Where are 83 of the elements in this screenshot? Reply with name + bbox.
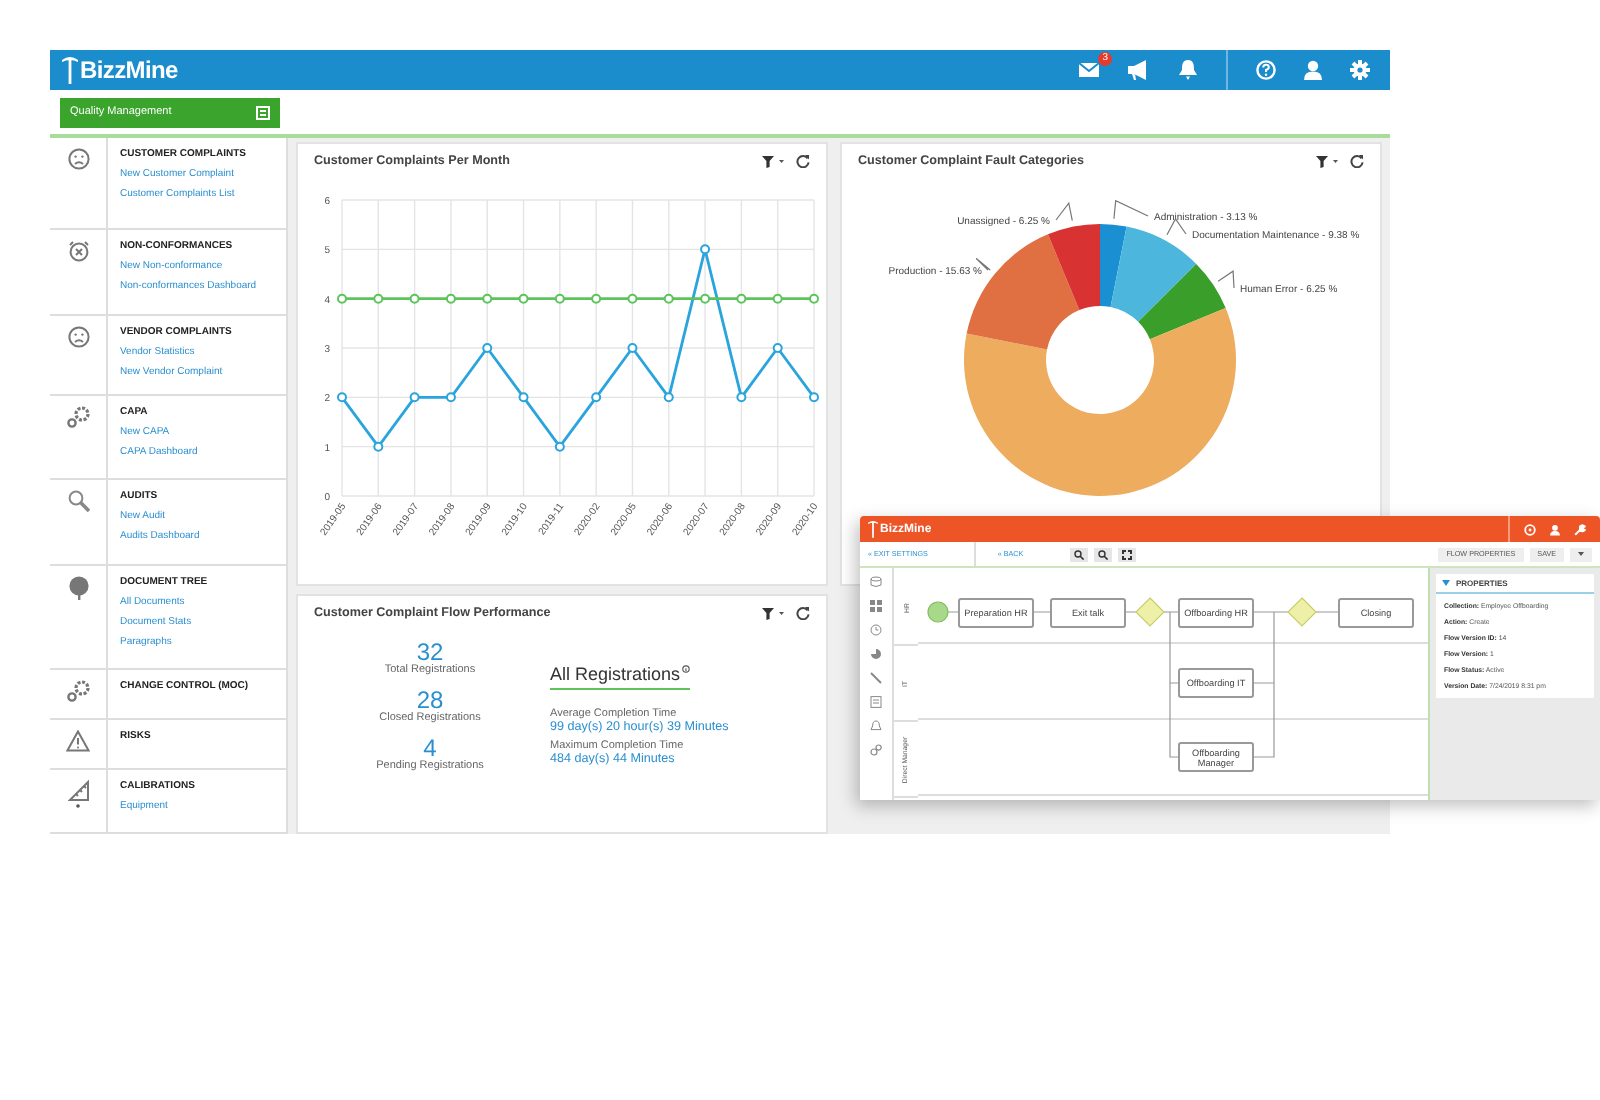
data-point (482, 293, 493, 304)
megaphone-icon (1128, 60, 1150, 80)
section-heading: All Registrations (550, 664, 681, 684)
leader-line (1217, 270, 1235, 289)
caret-icon (1578, 552, 1584, 556)
pickaxe-icon (62, 56, 78, 84)
caret-icon[interactable] (1442, 580, 1450, 586)
envelope-icon (1078, 62, 1100, 78)
settings-icon (1350, 60, 1370, 80)
data-point (663, 293, 674, 304)
filter-icon[interactable] (762, 155, 784, 167)
zoom-in-icon (1073, 549, 1084, 559)
data-point (809, 293, 819, 304)
data-point (627, 343, 638, 353)
stat-value: 4 (423, 736, 437, 760)
data-point (445, 392, 456, 403)
data-point (554, 293, 565, 304)
database-icon[interactable] (870, 576, 882, 588)
data-point (700, 293, 711, 304)
data-point (772, 293, 783, 304)
stat-value: 28 (416, 688, 444, 712)
tree-icon (67, 576, 89, 600)
app-logo: BizzMine (80, 56, 178, 84)
leader-line (975, 257, 991, 271)
user-icon (1304, 60, 1322, 80)
data-point (373, 441, 384, 452)
data-point (772, 343, 783, 353)
expand-icon (1121, 549, 1132, 559)
refresh-icon[interactable] (796, 154, 810, 168)
pickaxe-icon (868, 520, 878, 538)
data-point (700, 244, 711, 255)
wrench-icon[interactable] (1574, 523, 1586, 535)
data-point (663, 392, 674, 403)
sad-face-icon (67, 326, 89, 348)
ruler-icon (67, 780, 89, 808)
refresh-icon[interactable] (1350, 154, 1364, 168)
gears-icon (66, 680, 90, 702)
data-point (591, 392, 602, 403)
filter-icon[interactable] (1316, 155, 1338, 167)
data-point (736, 392, 747, 403)
grid-icon[interactable] (870, 600, 882, 612)
filter-icon[interactable] (762, 607, 784, 619)
gears-icon (66, 406, 90, 428)
help-icon[interactable] (1524, 523, 1536, 535)
zoom-out-button[interactable] (1093, 547, 1112, 561)
zoom-in-button[interactable] (1069, 547, 1088, 561)
data-point (337, 392, 347, 403)
data-point (518, 293, 529, 304)
data-point (736, 293, 747, 304)
data-point (337, 293, 347, 304)
data-point (409, 392, 420, 403)
data-point (554, 441, 565, 452)
leader-line (1166, 217, 1187, 236)
document-icon[interactable] (870, 696, 882, 708)
data-point (591, 293, 602, 304)
start-event[interactable] (927, 601, 949, 623)
sad-face-icon (67, 148, 89, 170)
refresh-icon[interactable] (796, 606, 810, 620)
zoom-out-icon (1097, 549, 1108, 559)
bell-icon[interactable] (870, 720, 882, 732)
list-icon (256, 105, 270, 119)
bell-icon (1178, 60, 1198, 80)
data-point (445, 293, 456, 304)
info-icon (682, 664, 690, 674)
search-icon (67, 490, 89, 512)
data-point (518, 392, 529, 403)
leader-line (1055, 201, 1073, 222)
data-point (809, 392, 819, 403)
data-point (373, 293, 384, 304)
help-icon (1256, 60, 1276, 80)
warning-icon (66, 730, 90, 752)
dropdown-button[interactable] (1570, 547, 1592, 561)
clock-icon[interactable] (870, 624, 882, 636)
data-point (409, 293, 420, 304)
fit-screen-button[interactable] (1117, 547, 1136, 561)
gears-icon[interactable] (870, 744, 882, 756)
data-point (627, 293, 638, 304)
user-icon[interactable] (1550, 523, 1560, 535)
data-point (482, 343, 493, 353)
alarm-clock-icon (67, 240, 89, 262)
stat-value: 32 (416, 640, 444, 664)
pie-chart-icon[interactable] (870, 648, 882, 660)
leader-line (1113, 199, 1149, 220)
